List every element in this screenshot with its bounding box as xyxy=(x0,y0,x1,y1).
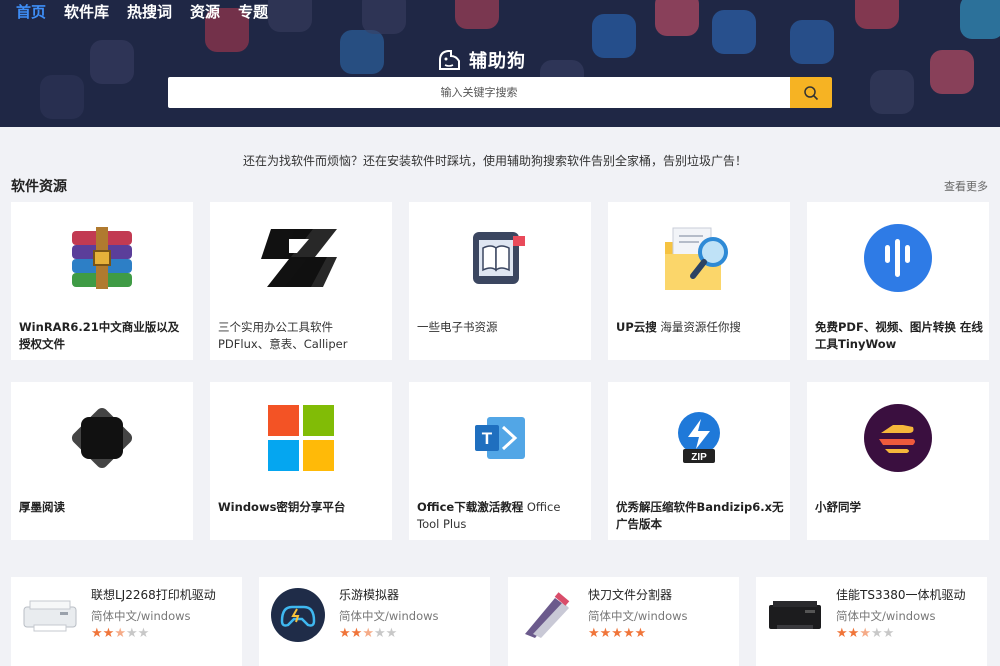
folder-search-icon xyxy=(608,202,790,314)
xiaoshu-icon xyxy=(807,382,989,494)
windows-icon xyxy=(210,382,392,494)
site-name: 辅助狗 xyxy=(469,51,526,72)
ebook-icon xyxy=(409,202,591,314)
nav-topics[interactable]: 专题 xyxy=(238,2,268,22)
app-platform: 简体中文/windows xyxy=(91,609,191,623)
search-input[interactable] xyxy=(168,77,790,108)
app-list-item[interactable]: 联想LJ2268打印机驱动 简体中文/windows ★★★★★ xyxy=(11,577,242,666)
tinywow-icon xyxy=(807,202,989,314)
svg-text:ZIP: ZIP xyxy=(691,452,707,463)
nav-home[interactable]: 首页 xyxy=(16,2,46,22)
resource-card[interactable]: 小舒同学 xyxy=(807,382,989,540)
rating-stars: ★★★★★ xyxy=(836,626,895,641)
gamepad-icon xyxy=(267,586,329,644)
background-app-icon xyxy=(790,20,834,64)
background-app-icon xyxy=(362,0,406,34)
rating-stars: ★★★★★ xyxy=(91,626,150,641)
app-list-item[interactable]: 乐游模拟器 简体中文/windows ★★★★★ xyxy=(259,577,490,666)
background-app-icon xyxy=(712,10,756,54)
main-nav: 首页 软件库 热搜词 资源 专题 xyxy=(16,2,286,22)
card-title: 一些电子书资源 xyxy=(417,320,498,334)
pdflux-icon xyxy=(210,202,392,314)
background-app-icon xyxy=(655,0,699,36)
background-app-icon xyxy=(90,40,134,84)
card-title: Windows密钥分享平台 xyxy=(218,500,346,514)
houmo-icon xyxy=(11,382,193,494)
nav-resources[interactable]: 资源 xyxy=(190,2,220,22)
winrar-icon xyxy=(11,202,193,314)
app-name: 佳能TS3380一体机驱动 xyxy=(836,588,966,602)
background-app-icon xyxy=(870,70,914,114)
printer-icon xyxy=(19,586,81,644)
background-app-icon xyxy=(340,30,384,74)
section-title: 软件资源 xyxy=(11,179,67,195)
search-button[interactable] xyxy=(790,77,832,108)
resource-card[interactable]: WinRAR6.21中文商业版以及授权文件 xyxy=(11,202,193,360)
app-platform: 简体中文/windows xyxy=(588,609,688,623)
card-title: WinRAR6.21中文商业版以及授权文件 xyxy=(19,320,180,351)
app-name: 联想LJ2268打印机驱动 xyxy=(91,588,216,602)
nav-software-library[interactable]: 软件库 xyxy=(64,2,109,22)
card-title: 优秀解压缩软件Bandizip6.x无广告版本 xyxy=(616,500,784,531)
office-tool-icon: T xyxy=(409,382,591,494)
nav-hot-search[interactable]: 热搜词 xyxy=(127,2,172,22)
card-title: Office下载激活教程 xyxy=(417,500,524,514)
app-name: 快刀文件分割器 xyxy=(588,588,673,602)
search-icon xyxy=(804,85,819,100)
resource-card[interactable]: 厚墨阅读 xyxy=(11,382,193,540)
card-title: 小舒同学 xyxy=(815,500,861,514)
resource-card[interactable]: T Office下载激活教程 Office Tool Plus xyxy=(409,382,591,540)
app-list-item[interactable]: 佳能TS3380一体机驱动 简体中文/windows ★★★★★ xyxy=(756,577,987,666)
background-app-icon xyxy=(455,0,499,29)
view-more-link[interactable]: 查看更多 xyxy=(944,178,988,194)
card-desc: 海量资源任你搜 xyxy=(656,320,741,334)
resource-card[interactable]: UP云搜 海量资源任你搜 xyxy=(608,202,790,360)
app-platform: 简体中文/windows xyxy=(836,609,936,623)
app-name: 乐游模拟器 xyxy=(339,588,400,602)
search-bar xyxy=(168,77,832,108)
resource-card[interactable]: 免费PDF、视频、图片转换 在线工具TinyWow xyxy=(807,202,989,360)
site-logo[interactable]: 辅助狗 xyxy=(437,47,526,73)
app-platform: 简体中文/windows xyxy=(339,609,439,623)
bandizip-icon: ZIP xyxy=(608,382,790,494)
card-title: UP云搜 xyxy=(616,320,657,334)
background-app-icon xyxy=(960,0,1000,39)
background-app-icon xyxy=(40,75,84,119)
rating-stars: ★★★★★ xyxy=(339,626,398,641)
resource-card[interactable]: 一些电子书资源 xyxy=(409,202,591,360)
resource-card[interactable]: ZIP 优秀解压缩软件Bandizip6.x无广告版本 xyxy=(608,382,790,540)
card-title: 三个实用办公工具软件 PDFlux、意表、Calliper xyxy=(218,320,348,351)
card-title: 免费PDF、视频、图片转换 在线工具TinyWow xyxy=(815,320,983,351)
background-app-icon xyxy=(930,50,974,94)
tagline: 还在为找软件而烦恼？还在安装软件时踩坑，使用辅助狗搜索软件告别全家桶，告别垃圾广… xyxy=(242,154,747,168)
resource-card[interactable]: Windows密钥分享平台 xyxy=(210,382,392,540)
resource-card[interactable]: 三个实用办公工具软件 PDFlux、意表、Calliper xyxy=(210,202,392,360)
svg-text:T: T xyxy=(482,429,493,448)
background-app-icon xyxy=(855,0,899,29)
knife-icon xyxy=(516,586,578,644)
rating-stars: ★★★★★ xyxy=(588,626,647,641)
app-list-item[interactable]: 快刀文件分割器 简体中文/windows ★★★★★ xyxy=(508,577,739,666)
card-title: 厚墨阅读 xyxy=(19,500,65,514)
dog-logo-icon xyxy=(439,50,460,70)
background-app-icon xyxy=(592,14,636,58)
canon-printer-icon xyxy=(764,586,826,644)
site-header: 首页 软件库 热搜词 资源 专题 辅助狗 xyxy=(0,0,1000,127)
